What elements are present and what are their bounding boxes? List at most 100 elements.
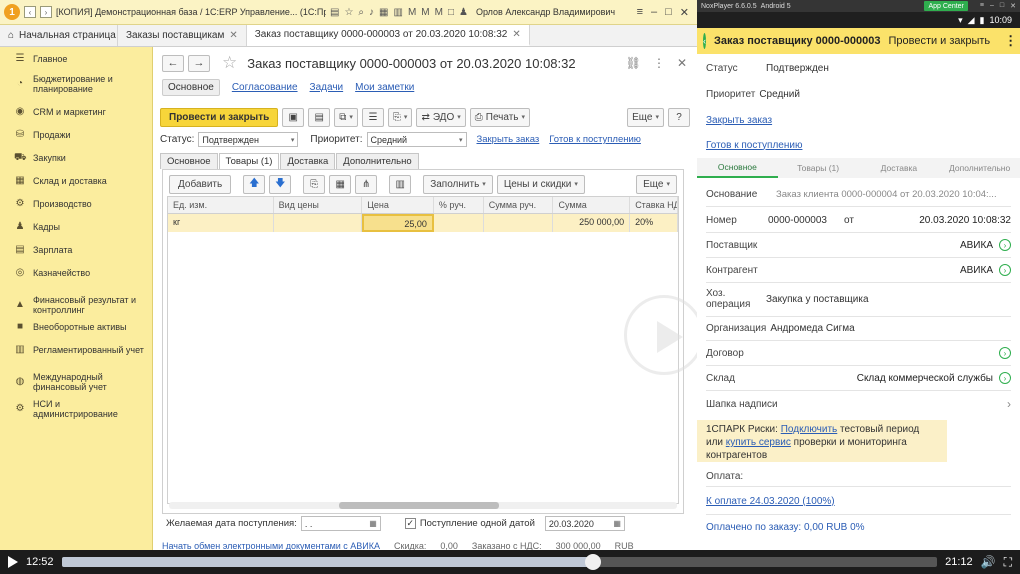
- sidebar-item[interactable]: ▲ Финансовый результат и контроллинг: [0, 295, 152, 315]
- fullscreen-icon[interactable]: ⛶: [1004, 555, 1012, 570]
- video-play-overlay-icon[interactable]: [624, 295, 697, 375]
- app-center-button[interactable]: App Center: [924, 1, 968, 11]
- kebab-menu-icon[interactable]: ⋮: [1004, 33, 1017, 49]
- tab-additional[interactable]: Дополнительно: [336, 153, 419, 169]
- edo-start-link[interactable]: Начать обмен электронными документами с …: [162, 541, 380, 550]
- document-icon[interactable]: ▤: [330, 7, 339, 18]
- sidebar-item[interactable]: ◉ CRM и маркетинг: [0, 106, 152, 118]
- move-up-button[interactable]: 🡅: [243, 174, 266, 194]
- table-cell[interactable]: кг: [168, 214, 274, 232]
- print-button[interactable]: ⎙ Печать ▾: [469, 107, 531, 127]
- priority-select[interactable]: Средний ▾: [366, 132, 467, 147]
- close-icon[interactable]: ✕: [1010, 2, 1016, 10]
- column-header[interactable]: % руч.: [434, 197, 484, 213]
- tab-additional[interactable]: Дополнительно: [939, 158, 1020, 178]
- column-header[interactable]: Вид цены: [274, 197, 363, 213]
- memory-m-icon[interactable]: M: [408, 7, 416, 18]
- spark-connect-link[interactable]: Подключить: [781, 424, 838, 435]
- maximize-icon[interactable]: □: [1000, 2, 1004, 10]
- contractor-value[interactable]: АВИКА: [960, 265, 993, 276]
- search-icon[interactable]: ⌕: [358, 7, 364, 18]
- number-value[interactable]: 0000-000003: [768, 215, 844, 226]
- open-warehouse-icon[interactable]: ›: [999, 372, 1011, 384]
- tab-main[interactable]: Основное: [697, 158, 778, 178]
- report-button[interactable]: ☰: [361, 107, 384, 127]
- column-header[interactable]: Цена: [362, 197, 434, 213]
- table-cell[interactable]: [274, 214, 363, 232]
- calendar-icon[interactable]: ▦: [613, 519, 621, 528]
- status-value[interactable]: Подтвержден: [766, 63, 829, 74]
- maximize-icon[interactable]: □: [665, 6, 672, 19]
- prices-discounts-button[interactable]: Цены и скидки ▾: [496, 174, 585, 194]
- close-icon[interactable]: ✕: [680, 6, 689, 19]
- sidebar-item[interactable]: ⛁ Продажи: [0, 129, 152, 141]
- calendar-icon[interactable]: ▥: [393, 7, 402, 18]
- barcode-button[interactable]: ▥: [389, 174, 412, 194]
- nav-forward-button[interactable]: →: [188, 54, 210, 72]
- calculator-icon[interactable]: ▦: [379, 7, 388, 18]
- supplier-row[interactable]: Поставщик АВИКА ›: [697, 237, 1020, 253]
- post-button[interactable]: ▤: [308, 107, 331, 127]
- menu-icon[interactable]: ≡: [980, 2, 984, 10]
- pay-schedule-link[interactable]: К оплате 24.03.2020 (100%): [706, 496, 835, 507]
- priority-value[interactable]: Средний: [759, 89, 800, 100]
- calendar-icon[interactable]: ▦: [369, 519, 377, 528]
- sidebar-item[interactable]: ▥ Регламентированный учет: [0, 344, 152, 356]
- tab-goods[interactable]: Товары (1): [218, 153, 280, 169]
- one-date-input[interactable]: 20.03.2020 ▦: [544, 516, 625, 531]
- status-select[interactable]: Подтвержден ▾: [198, 132, 299, 147]
- close-form-icon[interactable]: ✕: [677, 56, 687, 70]
- nav-back-button[interactable]: ←: [162, 54, 184, 72]
- column-header[interactable]: Сумма руч.: [484, 197, 554, 213]
- close-tab-icon[interactable]: ✕: [229, 30, 237, 41]
- zoom-icon[interactable]: □: [448, 7, 454, 18]
- sidebar-item[interactable]: ■ Внеоборотные активы: [0, 321, 152, 333]
- tab-goods[interactable]: Товары (1): [778, 158, 859, 178]
- chevron-right-icon[interactable]: ›: [1007, 397, 1011, 411]
- attachments-button[interactable]: ⎘ ▾: [387, 107, 413, 127]
- current-user[interactable]: Орлов Александр Владимирович: [476, 7, 615, 17]
- add-row-button[interactable]: Добавить: [169, 174, 232, 194]
- organization-value[interactable]: Андромеда Сигма: [770, 323, 854, 334]
- scroll-thumb[interactable]: [339, 502, 499, 509]
- menu-icon[interactable]: ≡: [637, 6, 643, 19]
- date-value[interactable]: 20.03.2020 10:08:32: [919, 215, 1011, 226]
- link-icon[interactable]: ⛓: [626, 56, 641, 70]
- create-based-button[interactable]: ⧉ ▾: [334, 107, 358, 127]
- app-logo-icon[interactable]: 1: [4, 4, 20, 20]
- fill-button[interactable]: Заполнить ▾: [423, 174, 493, 194]
- close-order-link[interactable]: Закрыть заказ: [477, 134, 540, 145]
- split-button[interactable]: ⋔: [355, 174, 378, 194]
- tab-delivery[interactable]: Доставка: [280, 153, 336, 169]
- history-icon[interactable]: ☆: [344, 7, 353, 18]
- post-and-close-action[interactable]: Провести и закрыть: [888, 35, 990, 47]
- help-button[interactable]: ?: [668, 107, 690, 127]
- warehouse-row[interactable]: Склад Склад коммерческой службы ›: [697, 370, 1020, 386]
- ready-link[interactable]: Готов к поступлению: [706, 140, 802, 151]
- sidebar-item[interactable]: ◍ Международный финансовый учет: [0, 372, 152, 392]
- more-icon[interactable]: ⋮: [653, 56, 665, 70]
- table-cell[interactable]: [434, 214, 484, 232]
- close-tab-icon[interactable]: ✕: [512, 29, 520, 40]
- copy-button[interactable]: ▦: [329, 174, 352, 194]
- tab-delivery[interactable]: Доставка: [859, 158, 940, 178]
- table-row[interactable]: кг 25,00 250 000,00 20%: [168, 214, 678, 232]
- tab-home[interactable]: ⌂ Начальная страница: [0, 25, 118, 46]
- notification-icon[interactable]: ♪: [369, 7, 374, 18]
- more-button[interactable]: Еще ▾: [627, 107, 664, 127]
- subnav-main[interactable]: Основное: [162, 79, 220, 96]
- caption-row[interactable]: Шапка надписи ›: [697, 396, 1020, 412]
- contractor-row[interactable]: Контрагент АВИКА ›: [697, 262, 1020, 278]
- favorite-star-icon[interactable]: ☆: [222, 53, 237, 73]
- sidebar-item[interactable]: ♟ Кадры: [0, 221, 152, 233]
- supplier-value[interactable]: АВИКА: [960, 240, 993, 251]
- pick-button[interactable]: ⎘: [303, 174, 326, 194]
- forward-icon[interactable]: ›: [40, 6, 52, 18]
- save-button[interactable]: ▣: [282, 107, 305, 127]
- memory-mplus-icon[interactable]: M: [421, 7, 429, 18]
- paid-value[interactable]: Оплачено по заказу: 0,00 RUB 0%: [706, 522, 865, 533]
- table-cell[interactable]: 250 000,00: [553, 214, 631, 232]
- tab-supplier-order[interactable]: Заказ поставщику 0000-000003 от 20.03.20…: [246, 25, 530, 46]
- column-header[interactable]: Ставка НДС: [630, 197, 678, 213]
- spark-buy-link[interactable]: купить сервис: [726, 437, 791, 448]
